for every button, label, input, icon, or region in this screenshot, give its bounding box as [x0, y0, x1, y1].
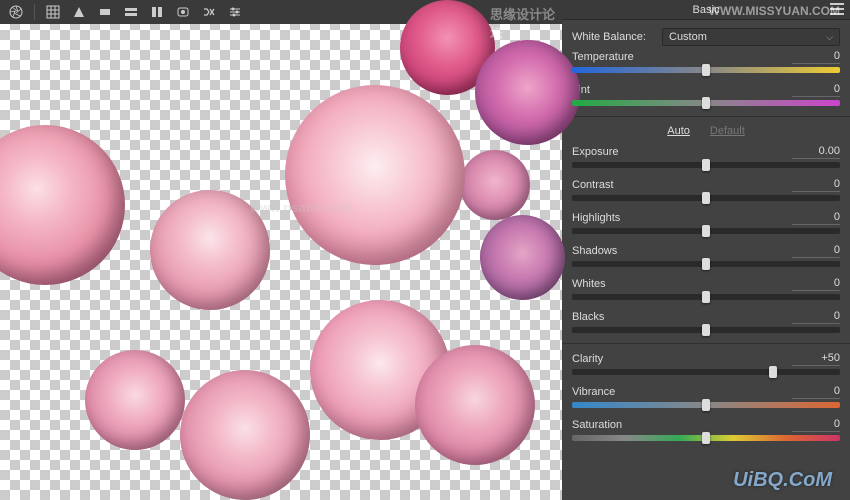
rose-image: [475, 40, 580, 145]
whites-slider: Whites 0: [572, 277, 840, 300]
tint-value[interactable]: 0: [792, 83, 840, 97]
temperature-value[interactable]: 0: [792, 50, 840, 64]
whites-value[interactable]: 0: [792, 277, 840, 291]
rose-image: [415, 345, 535, 465]
slider-thumb[interactable]: [702, 225, 710, 237]
white-balance-value: Custom: [669, 31, 707, 43]
grid-icon[interactable]: [45, 4, 61, 20]
white-balance-row: White Balance: Custom ⌵: [572, 28, 840, 46]
split-icon[interactable]: [149, 4, 165, 20]
vibrance-value[interactable]: 0: [792, 385, 840, 399]
default-button[interactable]: Default: [710, 125, 745, 137]
saturation-value[interactable]: 0: [792, 418, 840, 432]
watermark-text: UiBQ.CoM: [733, 469, 832, 492]
whites-label: Whites: [572, 278, 606, 290]
temperature-track[interactable]: [572, 67, 840, 73]
highlights-label: Highlights: [572, 212, 620, 224]
auto-button[interactable]: Auto: [667, 125, 690, 137]
slider-thumb[interactable]: [702, 159, 710, 171]
chevron-down-icon: ⌵: [826, 32, 833, 43]
blacks-slider: Blacks 0: [572, 310, 840, 333]
shadows-value[interactable]: 0: [792, 244, 840, 258]
tint-slider: Tint 0: [572, 83, 840, 106]
watermark-text: www.psatm.com: [250, 200, 352, 215]
slider-thumb[interactable]: [702, 399, 710, 411]
aperture-icon[interactable]: [8, 4, 24, 20]
vibrance-label: Vibrance: [572, 386, 615, 398]
blacks-value[interactable]: 0: [792, 310, 840, 324]
basic-panel: Basic White Balance: Custom ⌵ Temperatur…: [562, 0, 850, 500]
contrast-value[interactable]: 0: [792, 178, 840, 192]
exposure-label: Exposure: [572, 146, 618, 158]
slider-thumb[interactable]: [702, 192, 710, 204]
slider-thumb[interactable]: [702, 97, 710, 109]
exposure-slider: Exposure 0.00: [572, 145, 840, 168]
auto-default-row: Auto Default: [572, 125, 840, 137]
tint-track[interactable]: [572, 100, 840, 106]
clarity-label: Clarity: [572, 353, 603, 365]
contrast-label: Contrast: [572, 179, 614, 191]
temperature-label: Temperature: [572, 51, 634, 63]
clarity-track[interactable]: [572, 369, 840, 375]
slider-thumb[interactable]: [702, 432, 710, 444]
slider-thumb[interactable]: [702, 324, 710, 336]
clarity-value[interactable]: +50: [792, 352, 840, 366]
vibrance-track[interactable]: [572, 402, 840, 408]
slider-thumb[interactable]: [702, 291, 710, 303]
clarity-slider: Clarity +50: [572, 352, 840, 375]
section-divider: [562, 343, 850, 344]
slider-thumb[interactable]: [769, 366, 777, 378]
highlights-track[interactable]: [572, 228, 840, 234]
contrast-track[interactable]: [572, 195, 840, 201]
panel-body: White Balance: Custom ⌵ Temperature 0 Ti…: [562, 20, 850, 500]
highlights-value[interactable]: 0: [792, 211, 840, 225]
vibrance-slider: Vibrance 0: [572, 385, 840, 408]
hsl-icon[interactable]: [123, 4, 139, 20]
contrast-slider: Contrast 0: [572, 178, 840, 201]
lens-icon[interactable]: [175, 4, 191, 20]
rose-image: [180, 370, 310, 500]
whites-track[interactable]: [572, 294, 840, 300]
temperature-slider: Temperature 0: [572, 50, 840, 73]
exposure-track[interactable]: [572, 162, 840, 168]
rose-image: [480, 215, 565, 300]
rose-image: [85, 350, 185, 450]
fx-icon[interactable]: [201, 4, 217, 20]
rose-image: [460, 150, 530, 220]
saturation-slider: Saturation 0: [572, 418, 840, 441]
slider-thumb[interactable]: [702, 258, 710, 270]
rose-image: [285, 85, 465, 265]
sliders-icon[interactable]: [227, 4, 243, 20]
curve-icon[interactable]: [71, 4, 87, 20]
saturation-label: Saturation: [572, 419, 622, 431]
detail-icon[interactable]: [97, 4, 113, 20]
shadows-track[interactable]: [572, 261, 840, 267]
blacks-track[interactable]: [572, 327, 840, 333]
saturation-track[interactable]: [572, 435, 840, 441]
slider-thumb[interactable]: [702, 64, 710, 76]
canvas-viewport[interactable]: 思缘设计论坛 www.psatm.com: [0, 0, 562, 500]
highlights-slider: Highlights 0: [572, 211, 840, 234]
section-divider: [562, 116, 850, 117]
rose-image: [0, 125, 125, 285]
watermark-text: WWW.MISSYUAN.COM: [709, 4, 840, 18]
watermark-text: 思缘设计论坛: [490, 4, 562, 42]
shadows-label: Shadows: [572, 245, 617, 257]
exposure-value[interactable]: 0.00: [792, 145, 840, 159]
blacks-label: Blacks: [572, 311, 604, 323]
white-balance-label: White Balance:: [572, 31, 662, 43]
toolbar-divider: [34, 4, 35, 20]
white-balance-select[interactable]: Custom ⌵: [662, 28, 840, 46]
shadows-slider: Shadows 0: [572, 244, 840, 267]
